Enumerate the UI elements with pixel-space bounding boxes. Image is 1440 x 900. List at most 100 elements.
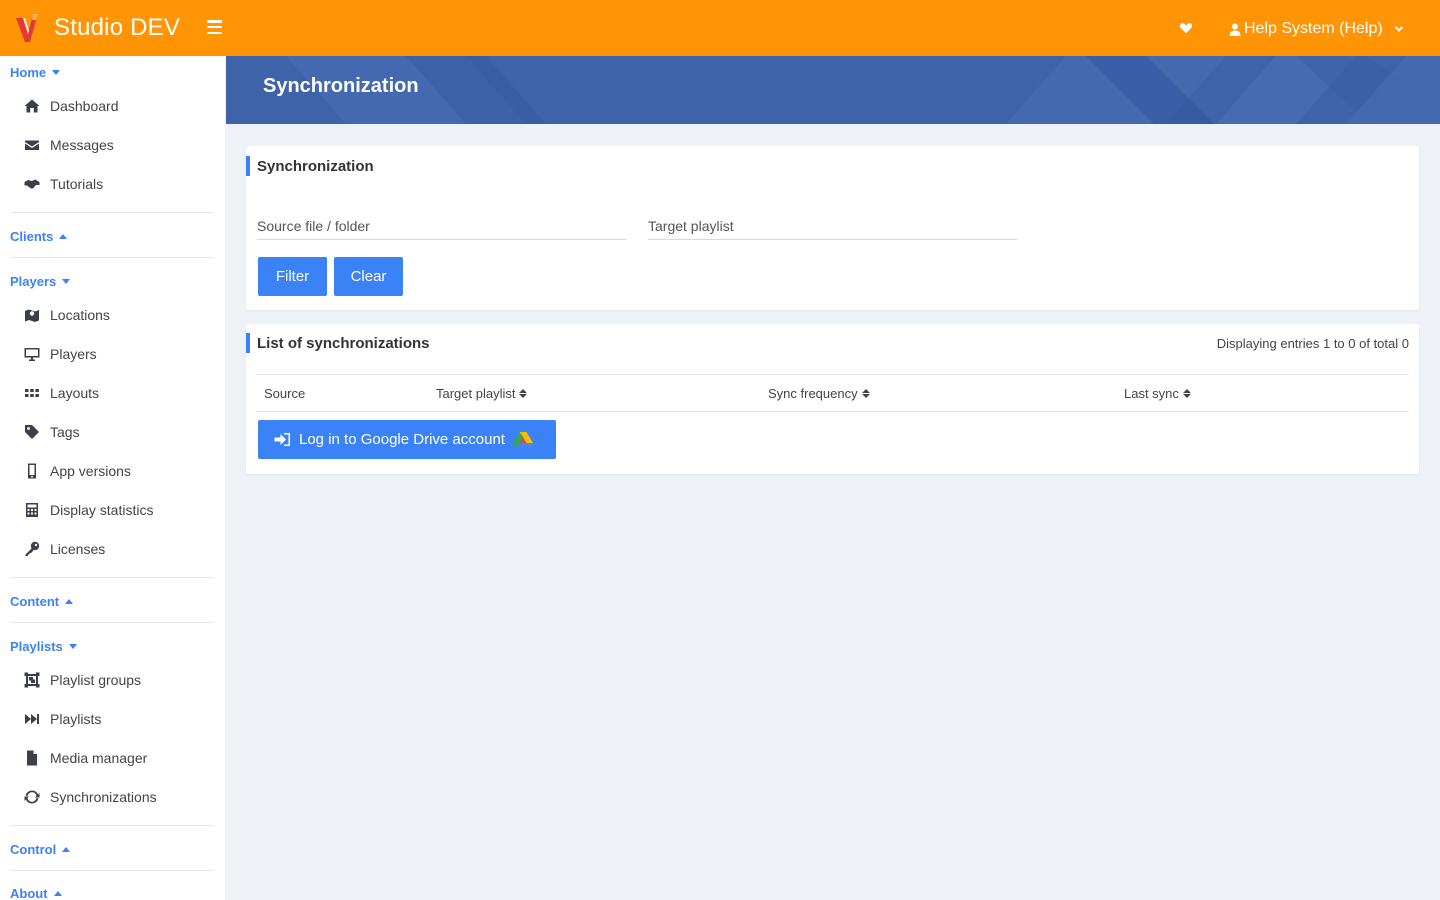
column-header-sync-frequency[interactable]: Sync frequency — [768, 386, 870, 401]
source-filter-placeholder: Source file / folder — [257, 218, 370, 234]
sidebar-divider — [10, 825, 214, 826]
sidebar-item-tags[interactable]: Tags — [0, 414, 225, 450]
filter-button[interactable]: Filter — [258, 257, 327, 296]
target-playlist-filter-input[interactable]: Target playlist — [648, 200, 1017, 240]
sidebar-section-players[interactable]: Players — [10, 274, 71, 289]
sidebar-item-label: Display statistics — [50, 502, 154, 518]
sidebar-section-label: Playlists — [10, 639, 63, 654]
column-header-last-sync[interactable]: Last sync — [1124, 386, 1191, 401]
sidebar-section-clients[interactable]: Clients — [10, 229, 68, 244]
sidebar-section-control[interactable]: Control — [10, 842, 71, 857]
sidebar-section-content[interactable]: Content — [10, 594, 74, 609]
caret-up-icon — [65, 599, 74, 604]
sort-icon[interactable] — [861, 389, 870, 398]
sidebar-item-playlist-groups[interactable]: Playlist groups — [0, 662, 225, 698]
caret-down-icon — [62, 279, 71, 284]
sidebar-divider — [10, 257, 214, 258]
sidebar-divider — [10, 577, 214, 578]
sidebar-section-home[interactable]: Home — [10, 65, 61, 80]
target-playlist-filter-placeholder: Target playlist — [648, 218, 734, 234]
sidebar-section-label: Content — [10, 594, 60, 609]
filter-card-title: Synchronization — [246, 156, 374, 176]
column-header-source: Source — [264, 386, 305, 401]
sidebar-section-label: Home — [10, 65, 47, 80]
sidebar-item-players[interactable]: Players — [0, 336, 225, 372]
sort-icon[interactable] — [519, 389, 528, 398]
sort-icon[interactable] — [1182, 389, 1191, 398]
sidebar-item-label: Synchronizations — [50, 789, 157, 805]
caret-down-icon — [52, 70, 61, 75]
sidebar-item-label: Players — [50, 346, 97, 362]
heart-icon[interactable] — [1179, 21, 1193, 35]
sidebar-divider — [10, 870, 214, 871]
sidebar-item-messages[interactable]: Messages — [0, 127, 225, 163]
column-label: Target playlist — [436, 386, 516, 401]
fast-forward-icon — [24, 711, 40, 727]
table-header: Source Target playlist Sync frequency La… — [256, 374, 1409, 412]
column-header-target-playlist[interactable]: Target playlist — [436, 386, 528, 401]
sidebar-item-label: Licenses — [50, 541, 106, 557]
top-bar: Studio DEV Help System (Help) — [0, 0, 1440, 56]
home-icon — [24, 98, 40, 114]
sidebar-item-synchronizations[interactable]: Synchronizations — [0, 779, 225, 815]
sidebar-item-layouts[interactable]: Layouts — [0, 375, 225, 411]
sidebar-section-label: Control — [10, 842, 57, 857]
chevron-down-icon — [1394, 26, 1403, 32]
google-drive-icon — [512, 432, 533, 448]
calculator-icon — [24, 502, 40, 518]
sidebar-item-label: Dashboard — [50, 98, 119, 114]
filter-card: Synchronization Source file / folder Tar… — [246, 146, 1419, 310]
caret-up-icon — [53, 891, 62, 896]
sync-icon — [24, 789, 40, 805]
sidebar-section-label: About — [10, 886, 48, 900]
sidebar-item-label: App versions — [50, 463, 131, 479]
sidebar-item-display-statistics[interactable]: Display statistics — [0, 492, 225, 528]
sidebar-item-label: Tutorials — [50, 176, 104, 192]
sidebar-item-label: Tags — [50, 424, 80, 440]
sidebar-item-playlists[interactable]: Playlists — [0, 701, 225, 737]
caret-up-icon — [62, 847, 71, 852]
envelope-icon — [24, 137, 40, 153]
sidebar-item-tutorials[interactable]: Tutorials — [0, 166, 225, 202]
app-title[interactable]: Studio DEV — [54, 14, 180, 42]
entries-count: Displaying entries 1 to 0 of total 0 — [1216, 336, 1409, 351]
column-label: Sync frequency — [768, 386, 858, 401]
column-label: Last sync — [1124, 386, 1179, 401]
sidebar-item-label: Messages — [50, 137, 114, 153]
caret-up-icon — [59, 234, 68, 239]
file-icon — [24, 750, 40, 766]
handshake-icon — [24, 176, 40, 192]
sidebar-item-label: Layouts — [50, 385, 100, 401]
sidebar-divider — [10, 622, 214, 623]
sidebar-section-label: Players — [10, 274, 57, 289]
column-label: Source — [264, 386, 306, 401]
user-menu[interactable]: Help System (Help) — [1229, 18, 1405, 40]
sidebar-item-app-versions[interactable]: App versions — [0, 453, 225, 489]
user-icon — [1229, 23, 1241, 36]
sidebar-item-label: Media manager — [50, 750, 148, 766]
mobile-icon — [24, 463, 40, 479]
sign-in-icon — [274, 433, 290, 446]
page-title: Synchronization — [263, 75, 419, 97]
list-card-title: List of synchronizations — [246, 333, 430, 353]
sidebar-item-dashboard[interactable]: Dashboard — [0, 88, 225, 124]
sidebar-item-licenses[interactable]: Licenses — [0, 531, 225, 567]
sidebar-item-label: Playlists — [50, 711, 102, 727]
filter-card-title-text: Synchronization — [257, 157, 374, 175]
key-icon — [24, 541, 40, 557]
sidebar-section-playlists[interactable]: Playlists — [10, 639, 77, 654]
sidebar-item-media-manager[interactable]: Media manager — [0, 740, 225, 776]
app-logo[interactable] — [14, 12, 42, 44]
sidebar-item-label: Playlist groups — [50, 672, 142, 688]
object-group-icon — [24, 672, 40, 688]
google-drive-login-button[interactable]: Log in to Google Drive account — [258, 420, 556, 459]
sidebar-item-locations[interactable]: Locations — [0, 297, 225, 333]
sidebar: Home Dashboard Messages Tutorials Client… — [0, 56, 225, 900]
sidebar-section-about[interactable]: About — [10, 886, 62, 900]
tag-icon — [24, 424, 40, 440]
source-filter-input[interactable]: Source file / folder — [257, 200, 626, 240]
page-banner: Synchronization — [226, 56, 1440, 124]
sidebar-item-label: Locations — [50, 307, 110, 323]
menu-toggle-icon[interactable] — [207, 20, 222, 34]
clear-button[interactable]: Clear — [334, 257, 403, 296]
